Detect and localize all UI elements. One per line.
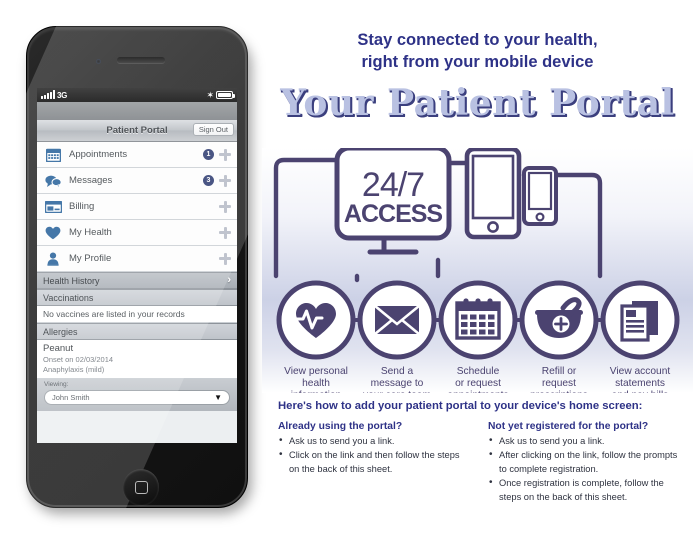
svg-text:View personal: View personal xyxy=(284,366,348,377)
chevron-down-icon: ▼ xyxy=(214,393,222,403)
person-icon xyxy=(43,250,63,268)
svg-text:Schedule: Schedule xyxy=(457,366,500,377)
app-navbar: Patient Portal Sign Out xyxy=(37,120,237,142)
list-item[interactable]: Billing xyxy=(37,194,237,220)
browser-chrome-gap xyxy=(37,102,237,120)
home-button[interactable] xyxy=(123,469,159,505)
envelope-icon xyxy=(374,304,420,336)
svg-text:or request: or request xyxy=(455,378,501,389)
tagline-line-1: Stay connected to your health, xyxy=(357,31,598,49)
plus-icon[interactable] xyxy=(219,200,231,213)
section-label: Allergies xyxy=(43,326,78,337)
network-label: 3G xyxy=(57,90,68,100)
sign-out-button[interactable]: Sign Out xyxy=(192,122,234,136)
svg-text:appointments: appointments xyxy=(447,390,508,393)
page-title: Patient Portal xyxy=(106,125,168,136)
section-label: Health History xyxy=(43,275,100,286)
column-list: Ask us to send you a link. After clickin… xyxy=(488,434,680,504)
right-panel: Stay connected to your health, right fro… xyxy=(262,0,693,536)
plus-icon[interactable] xyxy=(219,252,231,265)
poster-page: 3G ✶ Patient Portal Sign Out Appointment… xyxy=(0,0,693,536)
documents-icon xyxy=(620,301,658,342)
list-item-label: Billing xyxy=(69,201,95,212)
svg-text:request: request xyxy=(542,378,576,389)
tagline: Stay connected to your health, right fro… xyxy=(262,0,693,74)
svg-text:statements: statements xyxy=(615,378,665,389)
plus-icon[interactable] xyxy=(219,174,231,187)
front-camera-icon xyxy=(96,59,101,64)
column-title: Not yet registered for the portal? xyxy=(488,421,649,432)
allergy-onset: Onset on 02/03/2014 xyxy=(43,355,114,364)
svg-text:Refill or: Refill or xyxy=(542,366,577,377)
calendar-icon xyxy=(43,146,63,164)
column-list: Ask us to send you a link. Click on the … xyxy=(278,434,470,476)
howto-column-new: Not yet registered for the portal? Ask u… xyxy=(488,421,680,505)
signal-bars-icon xyxy=(41,90,55,99)
sidebar-item-health-history[interactable]: Health History › xyxy=(37,272,237,289)
list-item[interactable]: Messages 3 xyxy=(37,168,237,194)
svg-text:View account: View account xyxy=(610,366,671,377)
list-item: After clicking on the link, follow the p… xyxy=(488,448,680,476)
vaccinations-empty-text: No vaccines are listed in your records xyxy=(37,306,237,323)
heart-icon xyxy=(43,224,63,242)
desktop-monitor-icon: 24/7 ACCESS xyxy=(334,148,452,255)
list-item: Once registration is complete, follow th… xyxy=(488,476,680,504)
battery-icon xyxy=(216,91,235,99)
howto-column-existing: Already using the portal? Ask us to send… xyxy=(278,421,470,505)
bluetooth-icon: ✶ xyxy=(206,89,214,100)
plus-icon[interactable] xyxy=(219,226,231,239)
svg-text:message to: message to xyxy=(371,378,424,389)
access-diagram: 24/7 ACCESS View personal health Send a … xyxy=(262,148,693,393)
allergy-entry: Peanut Onset on 02/03/2014 Anaphylaxis (… xyxy=(37,340,237,380)
list-item-label: Messages xyxy=(69,175,113,186)
portal-menu-list: Appointments 1 Messages 3 Billing My Hea… xyxy=(37,142,237,272)
howto-section: Here's how to add your patient portal to… xyxy=(278,400,683,505)
list-item-label: My Profile xyxy=(69,253,112,264)
list-item-label: Appointments xyxy=(69,149,128,160)
messages-bubble-icon xyxy=(43,172,63,190)
credit-card-icon xyxy=(43,198,63,216)
status-bar: 3G ✶ xyxy=(37,88,237,102)
tagline-line-2: right from your mobile device xyxy=(361,52,594,71)
svg-text:prescriptions: prescriptions xyxy=(530,390,588,393)
phone-mockup: 3G ✶ Patient Portal Sign Out Appointment… xyxy=(26,26,256,518)
status-badge: 1 xyxy=(203,149,214,160)
allergy-name: Peanut xyxy=(43,343,74,354)
svg-text:Send a: Send a xyxy=(381,366,414,377)
svg-text:your care team: your care team xyxy=(363,390,431,393)
calendar-icon xyxy=(455,298,501,340)
list-item: Ask us to send you a link. xyxy=(278,434,470,449)
status-badge: 3 xyxy=(203,175,214,186)
svg-text:health: health xyxy=(302,378,330,389)
list-item: Click on the link and then follow the st… xyxy=(278,448,470,476)
svg-text:ACCESS: ACCESS xyxy=(344,200,443,228)
section-label: Vaccinations xyxy=(43,292,94,303)
allergy-reaction: Anaphylaxis (mild) xyxy=(43,365,105,375)
svg-text:24/7: 24/7 xyxy=(362,166,424,204)
plus-icon[interactable] xyxy=(219,148,231,161)
patient-select[interactable]: John Smith ▼ xyxy=(44,390,230,406)
home-square-icon xyxy=(134,480,148,494)
patient-select-value: John Smith xyxy=(52,393,90,403)
tablet-icon xyxy=(464,148,522,240)
phone-screen: 3G ✶ Patient Portal Sign Out Appointment… xyxy=(37,88,237,443)
svg-text:information: information xyxy=(291,390,341,393)
viewing-selector: Viewing: John Smith ▼ xyxy=(37,379,237,412)
diagram-graphic: 24/7 ACCESS View personalhealth Send ame… xyxy=(273,148,680,393)
list-item: Ask us to send you a link. xyxy=(488,434,680,449)
list-item[interactable]: My Profile xyxy=(37,246,237,272)
poster-title: Your Patient Portal xyxy=(280,81,675,124)
chevron-right-icon: › xyxy=(227,274,231,286)
svg-text:and pay bills: and pay bills xyxy=(612,390,669,393)
list-item[interactable]: Appointments 1 xyxy=(37,142,237,168)
section-header-vaccinations: Vaccinations xyxy=(37,289,237,306)
section-header-allergies: Allergies xyxy=(37,323,237,340)
howto-heading: Here's how to add your patient portal to… xyxy=(278,400,643,412)
column-title: Already using the portal? xyxy=(278,421,403,432)
list-item-label: My Health xyxy=(69,227,112,238)
list-item[interactable]: My Health xyxy=(37,220,237,246)
earpiece-icon xyxy=(117,57,165,63)
viewing-label: Viewing: xyxy=(44,381,69,389)
smartphone-icon xyxy=(522,166,558,226)
